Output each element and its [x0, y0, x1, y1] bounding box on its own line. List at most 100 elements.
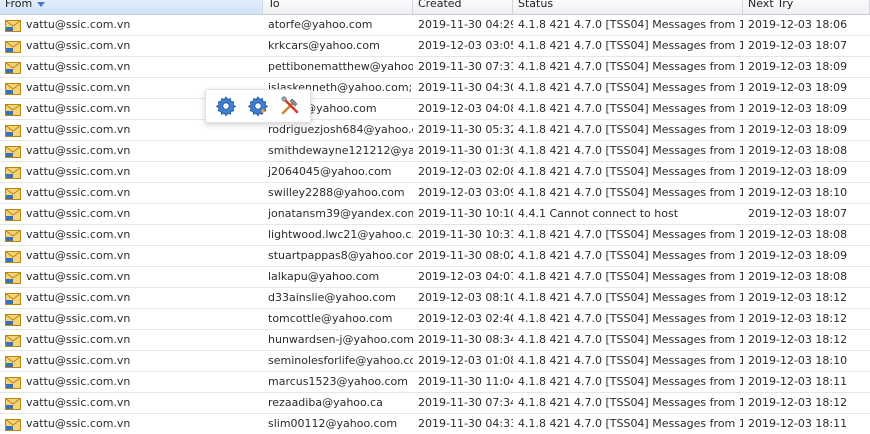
cell-status: 4.4.1 Cannot connect to host [518, 207, 679, 220]
table-row[interactable]: vattu@ssic.com.vn lightwood.lwc21@yahoo.c… [0, 225, 870, 246]
cell-next-try: 2019-12-03 18:09 [748, 249, 848, 262]
cell-created: 2019-11-30 01:30 [418, 144, 513, 157]
cell-from: vattu@ssic.com.vn [0, 372, 263, 392]
envelope-icon [5, 61, 21, 74]
cell-from-text: vattu@ssic.com.vn [26, 144, 131, 157]
cell-to: j2064045@yahoo.com [268, 165, 392, 178]
table-row[interactable]: vattu@ssic.com.vn hunwardsen-j@yahoo.com 2… [0, 330, 870, 351]
cell-status: 4.1.8 421 4.7.0 [TSS04] Messages from 10… [518, 270, 743, 283]
cell-created: 2019-11-30 04:30 [418, 81, 513, 94]
table-row[interactable]: vattu@ssic.com.vn jonatansm39@yandex.com.… [0, 204, 870, 225]
cell-from: vattu@ssic.com.vn [0, 414, 263, 434]
cell-to: tomcottle@yahoo.com [268, 312, 393, 325]
cell-from-text: vattu@ssic.com.vn [26, 123, 131, 136]
cell-created: 2019-11-30 11:04 [418, 375, 513, 388]
cell-next-try: 2019-12-03 18:09 [748, 165, 848, 178]
cell-status: 4.1.8 421 4.7.0 [TSS04] Messages from 10… [518, 165, 743, 178]
envelope-icon [5, 124, 21, 137]
cell-created: 2019-12-03 03:05 [418, 39, 513, 52]
table-row[interactable]: vattu@ssic.com.vn lalkapu@yahoo.com 2019-1… [0, 267, 870, 288]
cell-status: 4.1.8 421 4.7.0 [TSS04] Messages from 10… [518, 396, 743, 409]
table-row[interactable]: vattu@ssic.com.vn stuartpappas8@yahoo.com… [0, 246, 870, 267]
cell-next-try: 2019-12-03 18:07 [748, 207, 848, 220]
table-row[interactable]: vattu@ssic.com.vn krkcars@yahoo.com 2019-1… [0, 36, 870, 57]
cell-status: 4.1.8 421 4.7.0 [TSS04] Messages from 10… [518, 333, 743, 346]
cell-from: vattu@ssic.com.vn [0, 15, 263, 35]
table-row[interactable]: vattu@ssic.com.vn j2064045@yahoo.com 2019-… [0, 162, 870, 183]
cell-from-text: vattu@ssic.com.vn [26, 207, 131, 220]
tools-icon[interactable] [279, 95, 301, 117]
column-header-from[interactable]: From [0, 0, 263, 14]
envelope-icon [5, 313, 21, 326]
table-row[interactable]: vattu@ssic.com.vn rezaadiba@yahoo.ca 2019-… [0, 393, 870, 414]
envelope-icon [5, 103, 21, 116]
column-header-from-label: From [5, 0, 33, 10]
cell-from: vattu@ssic.com.vn [0, 288, 263, 308]
cell-to: lightwood.lwc21@yahoo.c... [268, 228, 413, 241]
gear-icon[interactable] [247, 95, 269, 117]
cell-to: rodriguezjosh684@yahoo.c... [268, 123, 413, 136]
cell-next-try: 2019-12-03 18:09 [748, 60, 848, 73]
cell-created: 2019-12-03 03:09 [418, 186, 513, 199]
column-header-created[interactable]: Created [413, 0, 513, 14]
table-row[interactable]: vattu@ssic.com.vn rodriguezjosh684@yahoo.… [0, 120, 870, 141]
table-row[interactable]: vattu@ssic.com.vn lc1968@yahoo.com 2019-12… [0, 99, 870, 120]
envelope-icon [5, 292, 21, 305]
cell-status: 4.1.8 421 4.7.0 [TSS04] Messages from 10… [518, 417, 743, 430]
cell-from-text: vattu@ssic.com.vn [26, 270, 131, 283]
cell-from-text: vattu@ssic.com.vn [26, 375, 131, 388]
cell-created: 2019-12-03 01:08 [418, 354, 513, 367]
table-row[interactable]: vattu@ssic.com.vn slim00112@yahoo.com 2019… [0, 414, 870, 434]
cell-status: 4.1.8 421 4.7.0 [TSS04] Messages from 10… [518, 375, 743, 388]
cell-created: 2019-11-30 08:34 [418, 333, 513, 346]
envelope-icon [5, 397, 21, 410]
cell-status: 4.1.8 421 4.7.0 [TSS04] Messages from 10… [518, 144, 743, 157]
table-row[interactable]: vattu@ssic.com.vn d33ainslie@yahoo.com 201… [0, 288, 870, 309]
gear-icon[interactable] [215, 95, 237, 117]
column-header-status[interactable]: Status [513, 0, 743, 14]
cell-next-try: 2019-12-03 18:12 [748, 291, 848, 304]
cell-from: vattu@ssic.com.vn [0, 393, 263, 413]
table-row[interactable]: vattu@ssic.com.vn marcus1523@yahoo.com 201… [0, 372, 870, 393]
cell-from-text: vattu@ssic.com.vn [26, 102, 131, 115]
cell-status: 4.1.8 421 4.7.0 [TSS04] Messages from 10… [518, 228, 743, 241]
cell-created: 2019-12-03 02:40 [418, 312, 513, 325]
cell-from: vattu@ssic.com.vn [0, 204, 263, 224]
cell-created: 2019-11-30 04:33 [418, 417, 513, 430]
envelope-icon [5, 166, 21, 179]
table-row[interactable]: vattu@ssic.com.vn seminolesforlife@yahoo.… [0, 351, 870, 372]
cell-status: 4.1.8 421 4.7.0 [TSS04] Messages from 10… [518, 81, 743, 94]
cell-status: 4.1.8 421 4.7.0 [TSS04] Messages from 10… [518, 354, 743, 367]
table-row[interactable]: vattu@ssic.com.vn swilley2288@yahoo.com 20… [0, 183, 870, 204]
column-header-to[interactable]: To [263, 0, 413, 14]
cell-created: 2019-12-03 08:10 [418, 291, 513, 304]
cell-next-try: 2019-12-03 18:08 [748, 144, 848, 157]
cell-created: 2019-11-30 10:31 [418, 228, 513, 241]
cell-from: vattu@ssic.com.vn [0, 309, 263, 329]
envelope-icon [5, 418, 21, 431]
cell-next-try: 2019-12-03 18:09 [748, 102, 848, 115]
table-row[interactable]: vattu@ssic.com.vn smithdewayne121212@ya..… [0, 141, 870, 162]
table-row[interactable]: vattu@ssic.com.vn tomcottle@yahoo.com 2019… [0, 309, 870, 330]
column-header-created-label: Created [418, 0, 462, 10]
cell-from: vattu@ssic.com.vn [0, 330, 263, 350]
table-row[interactable]: vattu@ssic.com.vn jslaskenneth@yahoo.com;… [0, 78, 870, 99]
envelope-icon [5, 271, 21, 284]
cell-from-text: vattu@ssic.com.vn [26, 354, 131, 367]
column-header-next-try[interactable]: Next Try [743, 0, 870, 14]
cell-next-try: 2019-12-03 18:12 [748, 312, 848, 325]
envelope-icon [5, 355, 21, 368]
cell-next-try: 2019-12-03 18:08 [748, 228, 848, 241]
cell-from: vattu@ssic.com.vn [0, 246, 263, 266]
cell-from-text: vattu@ssic.com.vn [26, 228, 131, 241]
cell-status: 4.1.8 421 4.7.0 [TSS04] Messages from 10… [518, 186, 743, 199]
cell-next-try: 2019-12-03 18:06 [748, 18, 848, 31]
cell-to: pettibonematthew@yahoo.... [268, 60, 413, 73]
cell-to: lalkapu@yahoo.com [268, 270, 380, 283]
table-row[interactable]: vattu@ssic.com.vn atorfe@yahoo.com 2019-11… [0, 15, 870, 36]
cell-from-text: vattu@ssic.com.vn [26, 396, 131, 409]
cell-next-try: 2019-12-03 18:12 [748, 333, 848, 346]
cell-from: vattu@ssic.com.vn [0, 36, 263, 56]
cell-from-text: vattu@ssic.com.vn [26, 81, 131, 94]
table-row[interactable]: vattu@ssic.com.vn pettibonematthew@yahoo.… [0, 57, 870, 78]
